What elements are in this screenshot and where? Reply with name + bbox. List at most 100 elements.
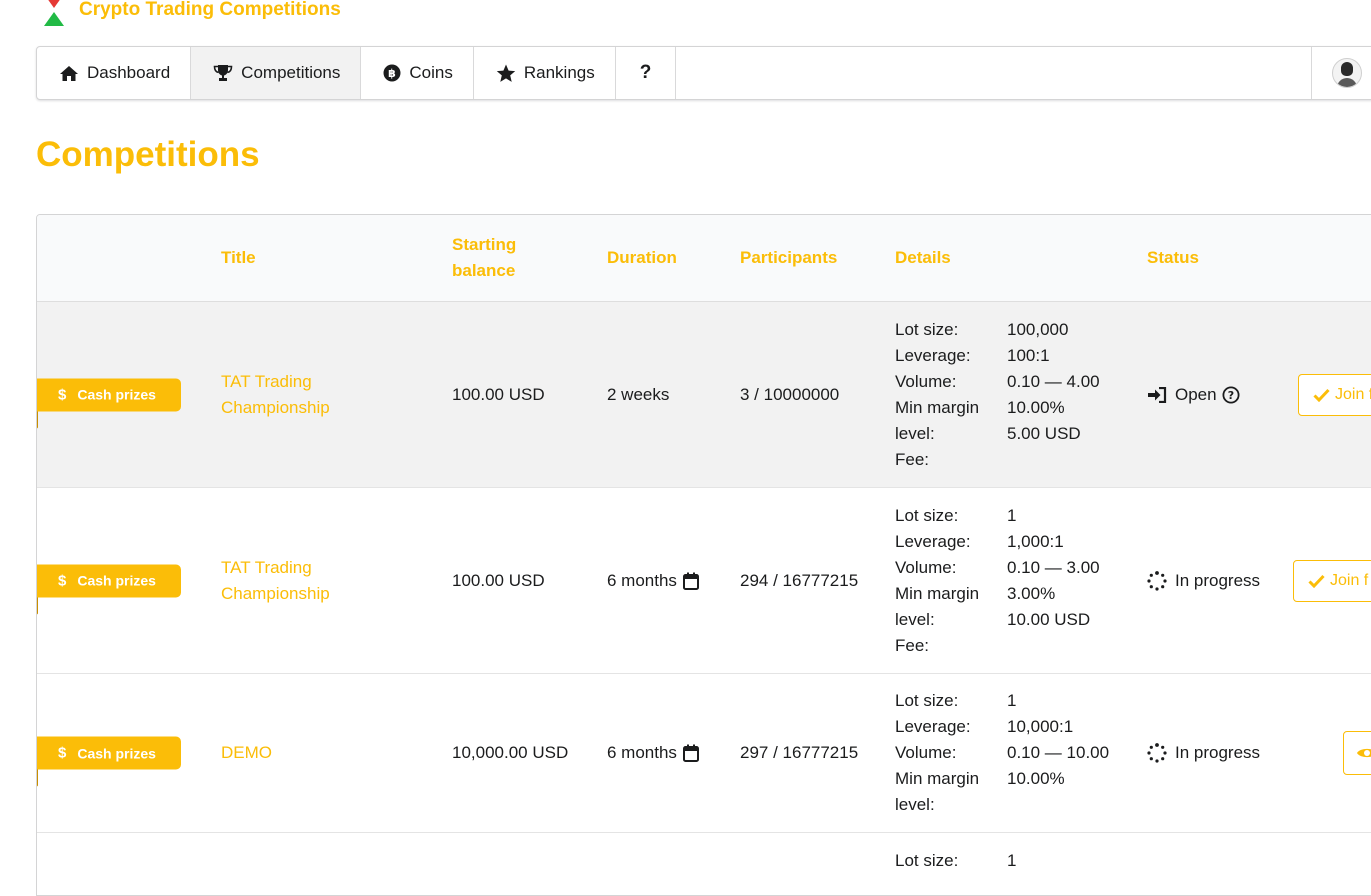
header-starting-balance[interactable]: Starting balance — [452, 215, 542, 301]
lot-size-value: 1 — [1007, 505, 1017, 525]
header-duration[interactable]: Duration — [607, 215, 727, 301]
user-menu[interactable] — [1311, 47, 1371, 99]
duration-value: 6 months — [607, 743, 677, 762]
fee-label: Fee: — [895, 635, 930, 655]
leverage-label: Leverage: — [895, 345, 971, 365]
badge-label: Cash prizes — [77, 745, 156, 761]
view-button[interactable] — [1343, 731, 1371, 775]
participants-cell: 3 / 10000000 — [740, 384, 840, 404]
volume-label: Volume: — [895, 743, 957, 762]
cash-prizes-badge: $ Cash prizes — [37, 564, 181, 614]
nav-item-label: Rankings — [523, 63, 595, 82]
details-cell: Lot size: 1 Leverage: 10,000:1 Volume: 0… — [895, 674, 1145, 832]
competition-title-link[interactable]: TAT Trading Championship — [221, 555, 421, 607]
min-margin-value: 10.00% — [1007, 769, 1065, 788]
status-text: Open — [1175, 384, 1217, 404]
details-grid: Lot size: 1 Leverage: 1,000:1 Volume: 0.… — [895, 503, 1147, 659]
volume-label: Volume: — [895, 371, 957, 391]
competition-title-link[interactable]: TAT Trading Championship — [221, 369, 421, 421]
dollar-icon: $ — [58, 572, 67, 589]
nav-item-label: Coins — [409, 63, 453, 82]
leverage-label: Leverage: — [895, 531, 971, 551]
nav-item-rankings[interactable]: Rankings — [474, 47, 616, 99]
join-button[interactable]: Join f — [1298, 373, 1371, 416]
details-grid: Lot size: 1 — [895, 848, 1147, 874]
min-margin-value: 10.00% — [1007, 397, 1065, 417]
duration-cell: 6 months — [607, 488, 737, 673]
leverage-value: 100:1 — [1007, 345, 1050, 365]
level-label: level: — [895, 423, 935, 443]
lot-size-label: Lot size: — [895, 505, 959, 525]
status-text: In progress — [1175, 570, 1261, 590]
nav-item-coins[interactable]: ฿ Coins — [361, 47, 474, 99]
volume-label: Volume: — [895, 557, 957, 577]
min-margin-label: Min margin — [895, 583, 980, 603]
fee-value: 5.00 USD — [1007, 423, 1081, 443]
table-row: Lot size: 1 — [37, 833, 1371, 895]
details-grid: Lot size: 100,000 Leverage: 100:1 Volume… — [895, 317, 1147, 473]
lot-size-label: Lot size: — [895, 319, 959, 339]
dollar-icon: $ — [58, 386, 67, 403]
starting-balance-cell: 10,000.00 USD — [452, 743, 569, 762]
spinner-icon — [1147, 570, 1167, 591]
level-label: level: — [895, 795, 935, 814]
lot-size-value: 1 — [1007, 851, 1017, 870]
app-logo-icon — [44, 0, 64, 26]
help-circle-icon[interactable]: ? — [1222, 386, 1240, 404]
page-title: Competitions — [36, 135, 260, 174]
details-cell: Lot size: 100,000 Leverage: 100:1 Volume… — [895, 302, 1145, 487]
table-row: TAT Trading Championship 100.00 USD 2 we… — [37, 302, 1371, 488]
fee-value: 10.00 USD — [1007, 609, 1091, 629]
duration-value: 6 months — [607, 570, 677, 590]
join-button[interactable]: Join f — [1293, 559, 1371, 602]
min-margin-label: Min margin — [895, 397, 980, 417]
nav-item-competitions[interactable]: Competitions — [191, 47, 362, 99]
join-button-label: Join f — [1335, 385, 1371, 403]
main-menu: Dashboard Competitions ฿ Coins Rankings … — [36, 46, 1371, 100]
calendar-icon[interactable] — [682, 572, 699, 590]
nav-item-dashboard[interactable]: Dashboard — [37, 47, 192, 99]
home-icon — [59, 65, 79, 82]
header-participants[interactable]: Participants — [740, 215, 880, 301]
title-cell: DEMO — [221, 674, 421, 832]
trophy-icon — [213, 64, 233, 82]
min-margin-value: 3.00% — [1007, 583, 1056, 603]
check-icon — [1313, 388, 1330, 402]
leverage-label: Leverage: — [895, 717, 971, 736]
table-header: Title Starting balance Duration Particip… — [37, 215, 1371, 302]
participants-cell: 294 / 16777215 — [740, 570, 859, 590]
svg-text:?: ? — [1227, 389, 1233, 402]
header-status[interactable]: Status — [1147, 215, 1297, 301]
nav-item-label: ? — [639, 62, 652, 83]
avatar[interactable] — [1332, 58, 1362, 88]
details-cell: Lot size: 1 — [895, 833, 1147, 895]
competition-title-link[interactable]: DEMO — [221, 740, 272, 766]
bitcoin-icon: ฿ — [383, 64, 401, 82]
volume-value: 0.10 — 10.00 — [1007, 743, 1110, 762]
join-button-label: Join f — [1330, 571, 1369, 589]
header-title[interactable]: Title — [221, 215, 421, 301]
starting-balance-cell: 100.00 USD — [452, 384, 545, 404]
cash-prizes-badge: $ Cash prizes — [37, 736, 181, 787]
check-icon — [1308, 574, 1325, 588]
calendar-icon[interactable] — [682, 744, 699, 762]
app-name: Crypto Trading Competitions — [79, 0, 341, 20]
svg-text:฿: ฿ — [389, 67, 397, 80]
nav-item-label: Dashboard — [87, 63, 171, 82]
lot-size-label: Lot size: — [895, 691, 959, 710]
badge-label: Cash prizes — [77, 386, 156, 403]
leverage-value: 10,000:1 — [1007, 717, 1074, 736]
duration-cell: 6 months — [607, 674, 737, 832]
leverage-value: 1,000:1 — [1007, 531, 1064, 551]
starting-balance-cell: 100.00 USD — [452, 570, 545, 590]
min-margin-label: Min margin — [895, 769, 980, 788]
level-label: level: — [895, 609, 935, 629]
brand[interactable]: Crypto Trading Competitions — [36, 0, 341, 28]
participants-cell: 297 / 16777215 — [740, 743, 859, 762]
sign-in-icon — [1147, 386, 1167, 403]
nav-item-help[interactable]: ? — [616, 47, 677, 99]
spinner-icon — [1147, 743, 1167, 763]
header-details[interactable]: Details — [895, 215, 1095, 301]
dollar-icon: $ — [58, 744, 67, 762]
status-cell: In progress — [1147, 674, 1297, 832]
